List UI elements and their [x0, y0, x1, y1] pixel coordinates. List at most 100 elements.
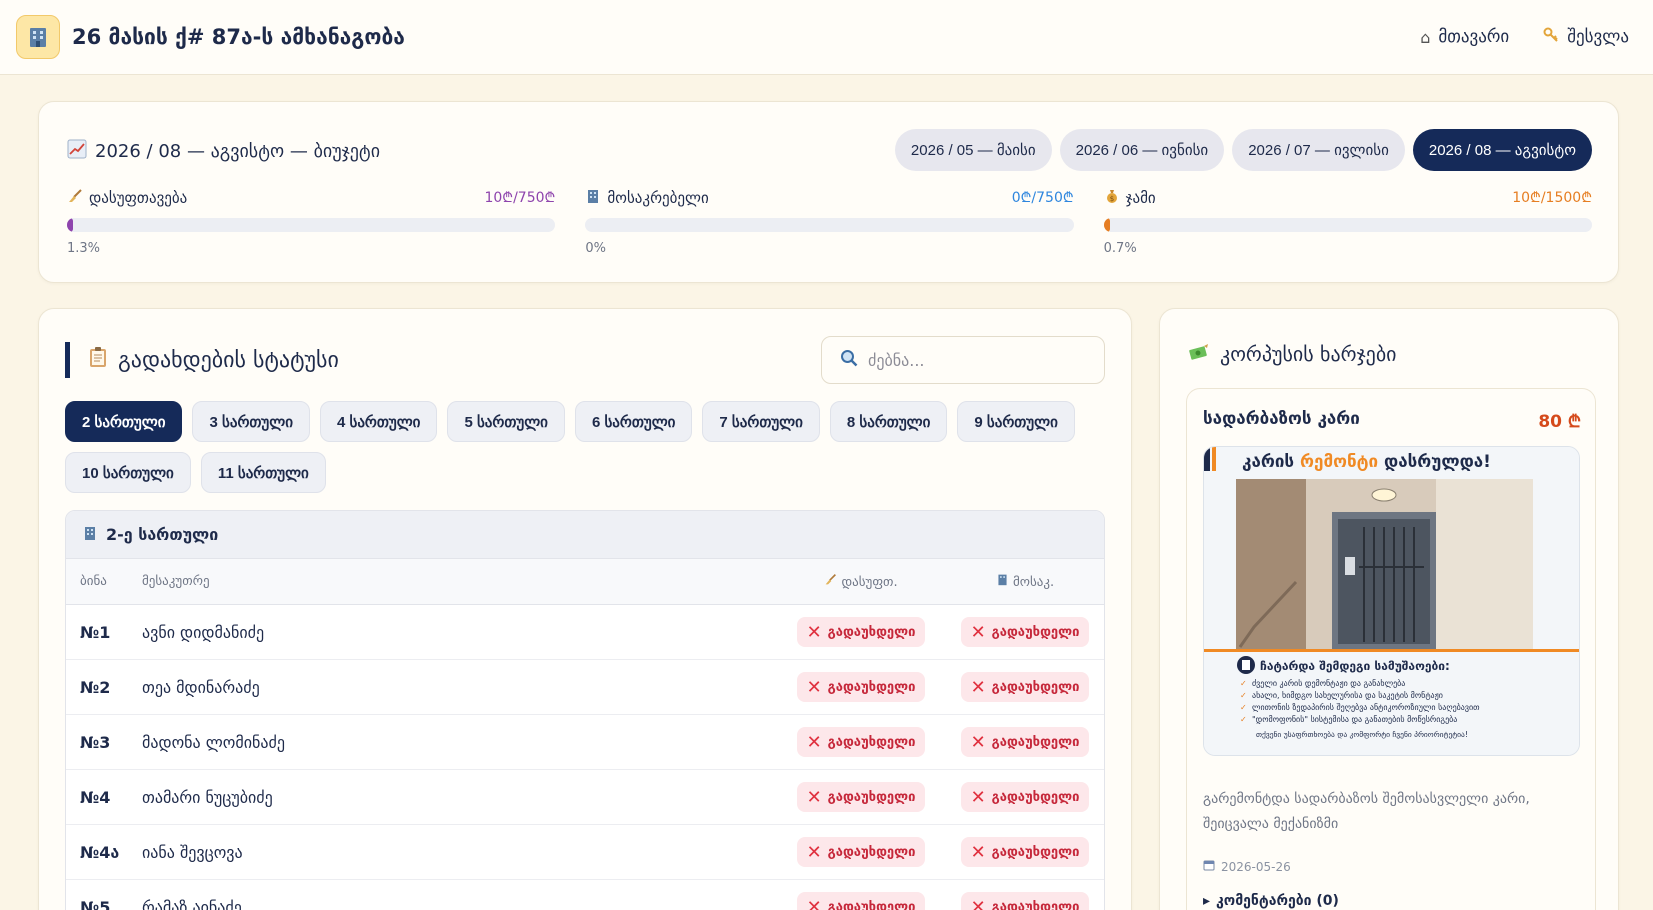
close-icon: ✕	[806, 841, 822, 863]
nav-home-label: მთავარი	[1438, 27, 1510, 47]
building-logo-icon	[16, 15, 60, 59]
collection-status-badge: ✕ გადაუხდელი	[960, 727, 1090, 757]
cleaning-status-badge: ✕ გადაუხდელი	[796, 672, 926, 702]
table-row: №5 რამაზ აინაძე ✕ გადაუხდელი ✕ გადაუხდელი	[66, 880, 1104, 910]
clipboard-icon	[88, 346, 108, 374]
close-icon: ✕	[970, 841, 986, 863]
money-icon	[1188, 342, 1210, 366]
table-row: №2 თეა მდინარაძე ✕ გადაუხდელი ✕ გადაუხდელი	[66, 660, 1104, 715]
meter-cleaning-track	[67, 218, 556, 232]
meter-cleaning: დასუფთავება 10₾/750₾ 1.3%	[67, 188, 556, 256]
month-tab-2026-08[interactable]: 2026 / 08 — აგვისტო	[1412, 129, 1592, 171]
svg-text:✓: ✓	[1240, 715, 1247, 724]
meter-total-percent: 0.7%	[1103, 241, 1137, 256]
month-tab-2026-07[interactable]: 2026 / 07 — ივლისი	[1232, 129, 1405, 171]
meter-cleaning-label: დასუფთავება	[89, 189, 188, 207]
column-collection-label: მოსაკ.	[1012, 575, 1055, 590]
meter-cleaning-percent: 1.3%	[67, 241, 101, 256]
close-icon: ✕	[806, 786, 822, 808]
owner-name: თამარი ნუცუბიძე	[142, 787, 273, 807]
expense-description: გარემონტდა სადარბაზოს შემოსასვლელი კარი,…	[1203, 791, 1530, 832]
comments-toggle[interactable]: ▸ კომენტარები (0)	[1203, 893, 1339, 909]
cleaning-status-badge: ✕ გადაუხდელი	[796, 727, 926, 757]
expense-photo[interactable]: კარის რემონტი დასრულდა! ჩატარდა შემდეგი …	[1203, 446, 1580, 756]
apartment-number: №5	[80, 897, 111, 910]
home-icon: ⌂	[1420, 27, 1431, 47]
nav-login-label: შესვლა	[1567, 27, 1629, 47]
floor-chip-5[interactable]: 5 სართული	[447, 401, 565, 442]
expense-name: სადარბაზოს კარი	[1203, 409, 1360, 429]
expenses-title: კორპუსის ხარჯები	[1220, 342, 1397, 366]
collection-status-badge: ✕ გადაუხდელი	[960, 892, 1090, 910]
payment-status-card: გადახდების სტატუსი 2 სართული 3 სართული 4…	[38, 308, 1132, 910]
column-apartment: ბინა	[80, 574, 107, 589]
top-bar: 26 მასის ქ# 87ა-ს ამხანაგობა ⌂ მთავარი შ…	[0, 0, 1653, 75]
meter-cleaning-fill	[67, 218, 74, 232]
close-icon: ✕	[806, 621, 822, 643]
calendar-icon	[1203, 859, 1215, 874]
meter-collection-label: მოსაკრებელი	[607, 189, 709, 207]
owner-name: თეა მდინარაძე	[142, 677, 260, 697]
meter-total-fill	[1103, 218, 1110, 232]
meter-cleaning-value: 10₾/750₾	[484, 190, 556, 206]
close-icon: ✕	[970, 786, 986, 808]
top-nav: ⌂ მთავარი შესვლა	[1420, 27, 1629, 47]
expense-date-row: 2026-05-26	[1203, 859, 1291, 874]
floor-panel-title: 2-ე სართული	[106, 525, 219, 544]
chart-icon	[67, 139, 87, 164]
expenses-heading: კორპუსის ხარჯები	[1188, 342, 1397, 366]
collection-status-badge: ✕ გადაუხდელი	[960, 672, 1090, 702]
month-tab-2026-06[interactable]: 2026 / 06 — ივნისი	[1059, 129, 1225, 171]
floor-chip-6[interactable]: 6 სართული	[574, 401, 693, 442]
floor-panel-header: 2-ე სართული	[66, 511, 1104, 559]
floor-chip-4[interactable]: 4 სართული	[319, 401, 438, 442]
meter-collection-value: 0₾/750₾	[1011, 190, 1074, 206]
month-tab-2026-05[interactable]: 2026 / 05 — მაისი	[894, 129, 1052, 171]
floor-chip-7[interactable]: 7 სართული	[702, 401, 820, 442]
expense-date: 2026-05-26	[1221, 859, 1291, 874]
owner-name: მადონა ლომინაძე	[142, 732, 285, 752]
poster-footer: თქვენი უსაფრთხოება და კომფორტი ჩვენი პრი…	[1256, 730, 1468, 739]
svg-text:✓: ✓	[1240, 679, 1247, 688]
building-icon	[585, 188, 601, 208]
status-title: გადახდების სტატუსი	[118, 347, 339, 373]
broom-icon	[67, 188, 83, 208]
table-row: №1 ავნი დიდმანიძე ✕ გადაუხდელი ✕ გადაუხდელ…	[66, 605, 1104, 660]
floor-chip-9[interactable]: 9 სართული	[957, 401, 1075, 442]
close-icon: ✕	[970, 731, 986, 753]
site-title: 26 მასის ქ# 87ა-ს ამხანაგობა	[72, 25, 405, 49]
floor-chip-10[interactable]: 10 სართული	[65, 452, 191, 493]
meter-collection: მოსაკრებელი 0₾/750₾ 0%	[585, 188, 1074, 256]
expense-item[interactable]: სადარბაზოს კარი 80 ₾ კარის რემონტი დასრუ…	[1186, 388, 1596, 910]
column-owner: მესაკუთრე	[142, 574, 210, 589]
floor-chip-8[interactable]: 8 სართული	[829, 401, 948, 442]
meter-total-label: ჯამი	[1125, 189, 1156, 207]
column-cleaning: დასუფთ.	[776, 573, 946, 590]
budget-card: 2026 / 08 — აგვისტო — ბიუჯეტი 2026 / 05 …	[38, 101, 1619, 283]
poster-work-item: ძველი კარის დემონტაჟი და განახლება	[1252, 678, 1405, 688]
owner-name: რამაზ აინაძე	[142, 897, 242, 910]
search-icon	[840, 349, 858, 371]
broom-icon	[824, 574, 841, 590]
building-icon	[996, 574, 1013, 590]
close-icon: ✕	[970, 621, 986, 643]
column-cleaning-label: დასუფთ.	[841, 575, 898, 590]
building-icon	[82, 525, 98, 545]
floor-chip-2[interactable]: 2 სართული	[65, 401, 183, 442]
month-tabs: 2026 / 05 — მაისი 2026 / 06 — ივნისი 202…	[894, 129, 1592, 171]
table-row: №3 მადონა ლომინაძე ✕ გადაუხდელი ✕ გადაუხდე…	[66, 715, 1104, 770]
poster-subtitle: ჩატარდა შემდეგი სამუშაოები:	[1260, 659, 1450, 673]
floor-chip-3[interactable]: 3 სართული	[192, 401, 310, 442]
search-input[interactable]	[868, 350, 1086, 370]
expense-price: 80 ₾	[1538, 412, 1581, 432]
apartment-number: №4	[80, 787, 111, 807]
nav-home-link[interactable]: ⌂ მთავარი	[1420, 27, 1509, 47]
cleaning-status-badge: ✕ გადაუხდელი	[796, 892, 926, 910]
expenses-card: კორპუსის ხარჯები სადარბაზოს კარი 80 ₾ კა…	[1159, 308, 1619, 910]
apartment-number: №4ა	[80, 842, 120, 862]
nav-login-link[interactable]: შესვლა	[1543, 27, 1629, 47]
table-row: №4ა იანა შევცოვა ✕ გადაუხდელი ✕ გადაუხდელი	[66, 825, 1104, 880]
floor-chip-11[interactable]: 11 სართული	[200, 452, 326, 493]
cleaning-status-badge: ✕ გადაუხდელი	[796, 617, 926, 647]
cleaning-status-badge: ✕ გადაუხდელი	[796, 782, 926, 812]
